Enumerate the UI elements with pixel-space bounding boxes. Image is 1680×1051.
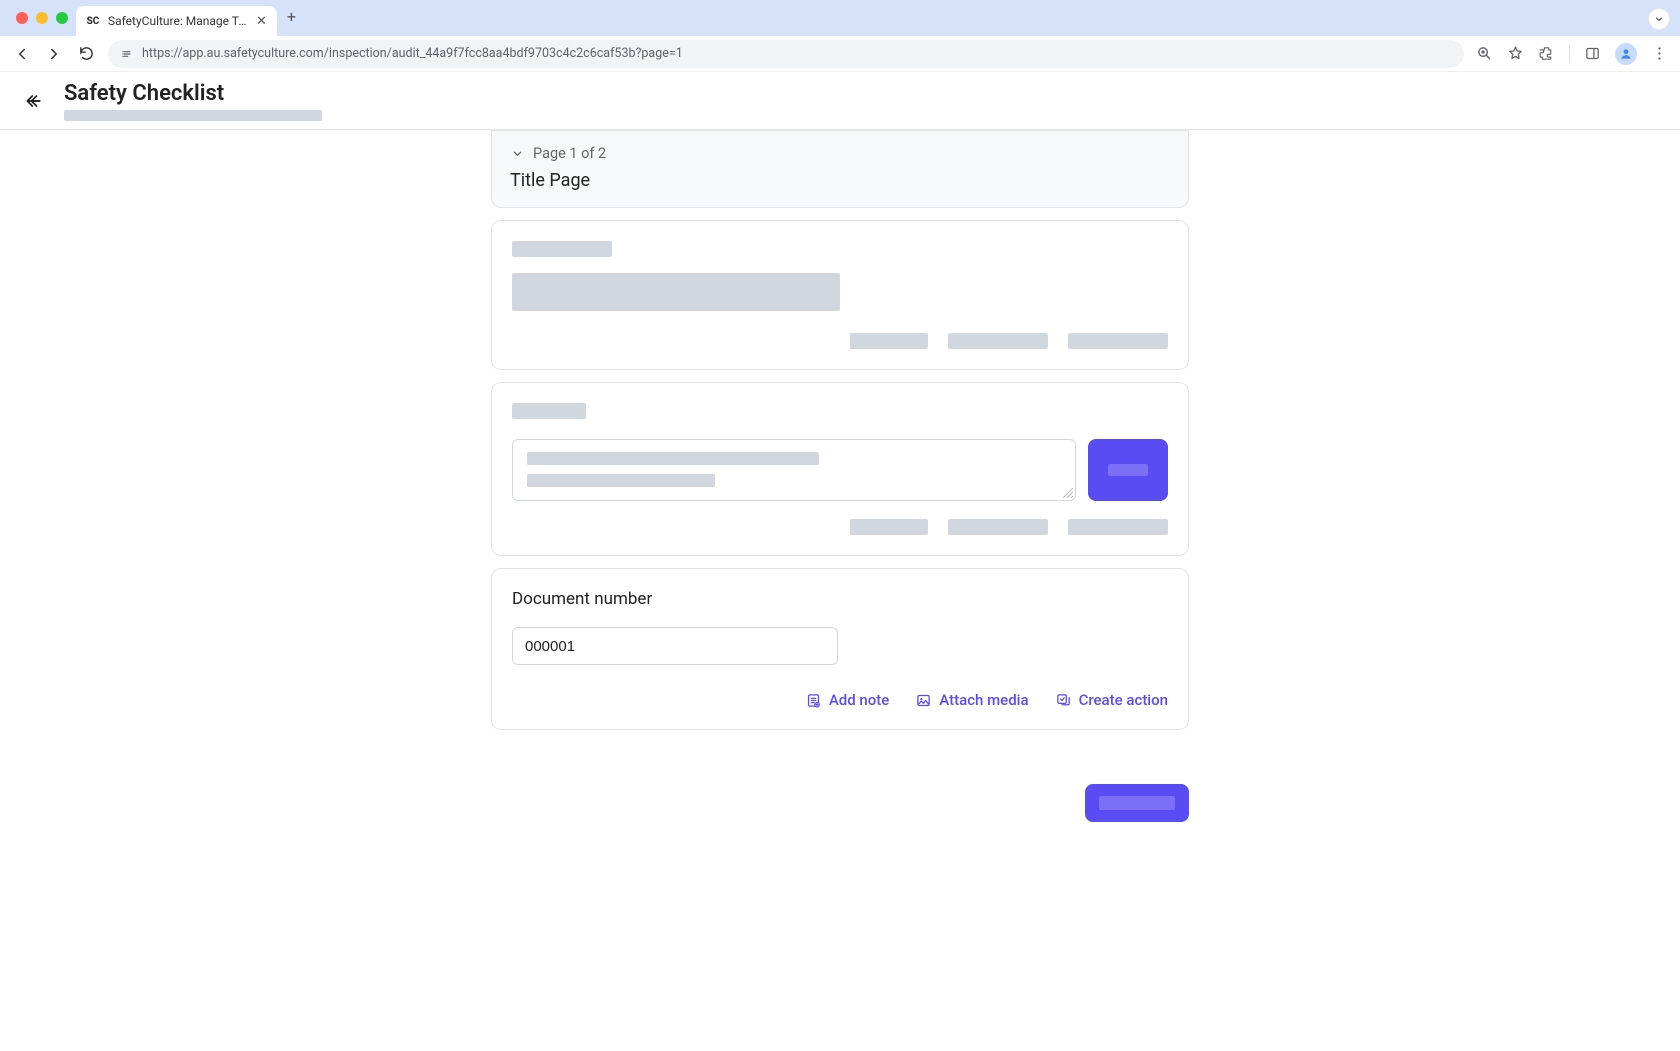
nav-back-button[interactable] — [12, 44, 32, 64]
input-skeleton — [512, 273, 840, 311]
address-bar[interactable]: https://app.au.safetyculture.com/inspect… — [108, 40, 1464, 68]
browser-tab-active[interactable]: SC SafetyCulture: Manage Teams and... ✕ — [76, 6, 277, 36]
nav-reload-button[interactable] — [76, 44, 96, 64]
chevron-down-icon — [510, 146, 525, 161]
question-card-document-number: Document number Add note Attach media Cr… — [491, 568, 1189, 730]
action-icon — [1055, 692, 1072, 709]
question-label: Document number — [512, 589, 1168, 609]
primary-footer-button[interactable] — [1085, 784, 1189, 822]
new-tab-button[interactable]: + — [287, 7, 296, 26]
tabs-dropdown-button[interactable] — [1648, 8, 1670, 30]
chrome-menu-button[interactable] — [1651, 45, 1668, 62]
section-title: Title Page — [510, 170, 1170, 191]
nav-forward-button[interactable] — [44, 44, 64, 64]
arrow-right-icon — [45, 45, 63, 63]
action-skeleton — [850, 333, 928, 349]
page-label: Page 1 of 2 — [533, 145, 606, 162]
add-note-button[interactable]: Add note — [805, 691, 889, 709]
arrow-left-icon — [24, 91, 44, 111]
back-button[interactable] — [20, 87, 48, 115]
browser-toolbar: https://app.au.safetyculture.com/inspect… — [0, 36, 1680, 72]
profile-avatar[interactable] — [1615, 43, 1637, 65]
tab-favicon: SC — [86, 14, 100, 28]
label-skeleton — [512, 403, 586, 419]
panel-icon — [1584, 45, 1601, 62]
note-icon — [805, 692, 822, 709]
window-minimize-button[interactable] — [36, 12, 48, 24]
page-title: Safety Checklist — [64, 81, 322, 106]
page-toggle[interactable]: Page 1 of 2 — [510, 145, 1170, 162]
action-skeleton — [948, 519, 1048, 535]
window-maximize-button[interactable] — [56, 12, 68, 24]
textarea-skeleton[interactable] — [512, 439, 1076, 501]
side-panel-button[interactable] — [1584, 45, 1601, 62]
create-action-button[interactable]: Create action — [1055, 691, 1168, 709]
window-close-button[interactable] — [16, 12, 28, 24]
url-text: https://app.au.safetyculture.com/inspect… — [142, 46, 683, 61]
document-number-input[interactable] — [512, 627, 838, 665]
extensions-button[interactable] — [1538, 45, 1555, 62]
dots-vertical-icon — [1651, 45, 1668, 62]
content-area: Page 1 of 2 Title Page — [0, 130, 1680, 1051]
label-skeleton — [512, 241, 612, 257]
tab-close-icon[interactable]: ✕ — [256, 14, 267, 29]
site-settings-icon[interactable] — [120, 47, 134, 61]
tab-title: SafetyCulture: Manage Teams and... — [108, 14, 248, 28]
add-note-label: Add note — [829, 691, 889, 709]
action-skeleton — [948, 333, 1048, 349]
bookmark-button[interactable] — [1507, 45, 1524, 62]
question-card-skeleton-2 — [491, 382, 1189, 556]
create-action-label: Create action — [1079, 691, 1168, 709]
app-header: Safety Checklist — [0, 72, 1680, 130]
action-skeleton — [850, 519, 928, 535]
user-icon — [1619, 47, 1633, 61]
action-skeleton — [1068, 333, 1168, 349]
reload-icon — [78, 45, 95, 62]
subtitle-skeleton — [64, 110, 322, 121]
attach-media-label: Attach media — [939, 691, 1028, 709]
zoom-button[interactable] — [1476, 45, 1493, 62]
question-card-skeleton-1 — [491, 220, 1189, 370]
attach-media-button[interactable]: Attach media — [915, 691, 1028, 709]
page-header-card: Page 1 of 2 Title Page — [491, 130, 1189, 208]
extensions-icon — [1538, 45, 1555, 62]
chevron-down-icon — [1653, 13, 1665, 25]
window-controls — [16, 12, 68, 24]
resize-handle-icon — [1063, 488, 1073, 498]
star-icon — [1507, 45, 1524, 62]
action-skeleton — [1068, 519, 1168, 535]
zoom-icon — [1476, 45, 1493, 62]
arrow-left-icon — [13, 45, 31, 63]
side-action-button[interactable] — [1088, 439, 1168, 501]
image-icon — [915, 692, 932, 709]
browser-tab-strip: SC SafetyCulture: Manage Teams and... ✕ … — [0, 0, 1680, 36]
separator — [1569, 45, 1570, 63]
